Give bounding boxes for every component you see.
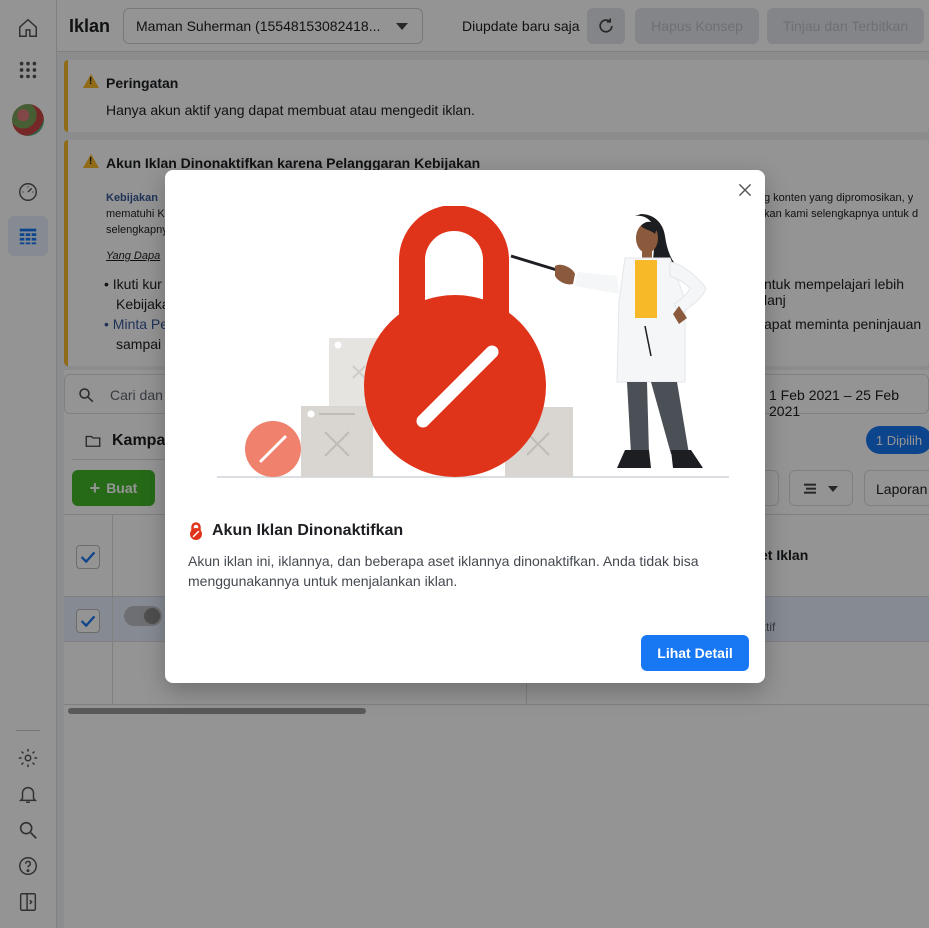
dialog-title: Akun Iklan Dinonaktifkan	[212, 522, 404, 539]
close-icon	[738, 183, 752, 197]
account-disabled-dialog: Akun Iklan Dinonaktifkan Akun iklan ini,…	[165, 170, 765, 683]
see-details-button[interactable]: Lihat Detail	[641, 635, 749, 671]
close-button[interactable]	[735, 180, 755, 200]
lock-icon	[190, 522, 202, 540]
disabled-account-illustration	[217, 206, 729, 478]
dialog-body: Akun iklan ini, iklannya, dan beberapa a…	[188, 553, 699, 589]
